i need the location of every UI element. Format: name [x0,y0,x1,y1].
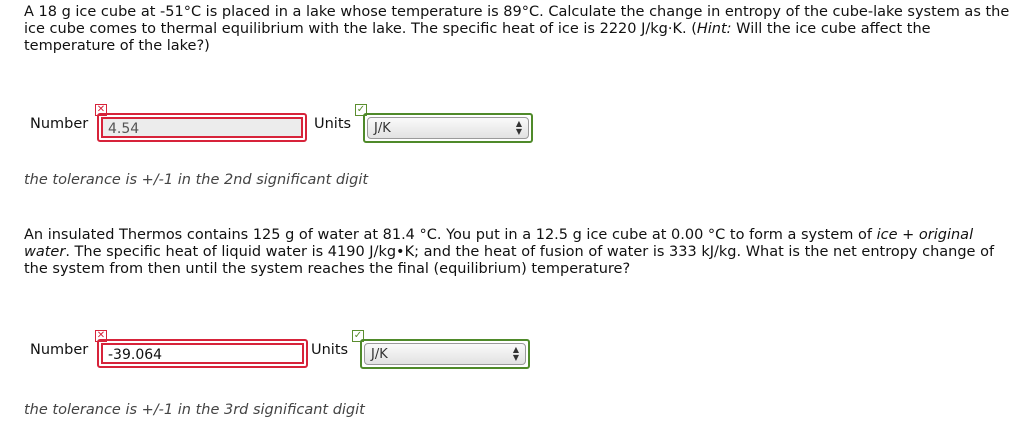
hint-label: Hint: [696,21,732,37]
units-select[interactable]: J/K ▲ ▼ [364,343,526,365]
number-field-incorrect: 4.54 [97,113,307,142]
answer-row-1: Number ✕ 4.54 Units ✓ J/K ▲ ▼ [24,104,624,148]
select-arrows-icon: ▲ ▼ [515,119,522,136]
units-select[interactable]: J/K ▲ ▼ [367,117,529,139]
units-label: Units [311,342,349,358]
units-field-correct: J/K ▲ ▼ [363,113,533,143]
number-input[interactable]: 4.54 [101,117,303,138]
tolerance-note: the tolerance is +/-1 in the 3rd signifi… [24,402,365,418]
tolerance-note: the tolerance is +/-1 in the 2nd signifi… [24,172,369,188]
select-arrows-icon: ▲ ▼ [512,345,519,362]
question-2-text: An insulated Thermos contains 125 g of w… [24,227,995,277]
number-input[interactable]: -39.064 [101,343,304,364]
number-label: Number [30,116,89,132]
units-label: Units [314,116,352,132]
answer-row-2: Number ✕ -39.064 Units ✓ J/K ▲ ▼ [24,330,624,374]
question-1-text: A 18 g ice cube at -51°C is placed in a … [24,4,1010,54]
number-field-incorrect: -39.064 [97,339,308,368]
number-label: Number [30,342,89,358]
units-field-correct: J/K ▲ ▼ [360,339,530,369]
